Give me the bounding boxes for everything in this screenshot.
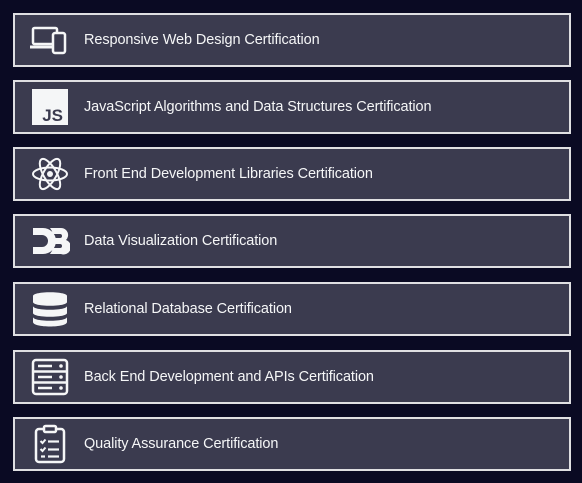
cert-javascript-algorithms[interactable]: JS JavaScript Algorithms and Data Struct… [13,80,571,134]
cert-label: JavaScript Algorithms and Data Structure… [84,99,432,115]
javascript-icon-text: JS [42,106,63,125]
react-atom-icon [30,154,70,194]
cert-label: Quality Assurance Certification [84,436,279,452]
cert-quality-assurance[interactable]: Quality Assurance Certification [13,417,571,471]
certification-list: Responsive Web Design Certification JS J… [0,0,582,483]
responsive-devices-icon [30,20,70,60]
cert-label: Relational Database Certification [84,301,292,317]
cert-data-visualization[interactable]: Data Visualization Certification [13,214,571,268]
server-icon [30,357,70,397]
database-icon [30,289,70,329]
cert-label: Front End Development Libraries Certific… [84,166,373,182]
cert-relational-database[interactable]: Relational Database Certification [13,282,571,336]
javascript-icon: JS [30,87,70,127]
cert-label: Back End Development and APIs Certificat… [84,369,374,385]
cert-label: Responsive Web Design Certification [84,32,320,48]
cert-label: Data Visualization Certification [84,233,278,249]
cert-back-end-apis[interactable]: Back End Development and APIs Certificat… [13,350,571,404]
clipboard-checklist-icon [30,424,70,464]
cert-front-end-libraries[interactable]: Front End Development Libraries Certific… [13,147,571,201]
cert-responsive-web-design[interactable]: Responsive Web Design Certification [13,13,571,67]
d3-icon [30,221,70,261]
